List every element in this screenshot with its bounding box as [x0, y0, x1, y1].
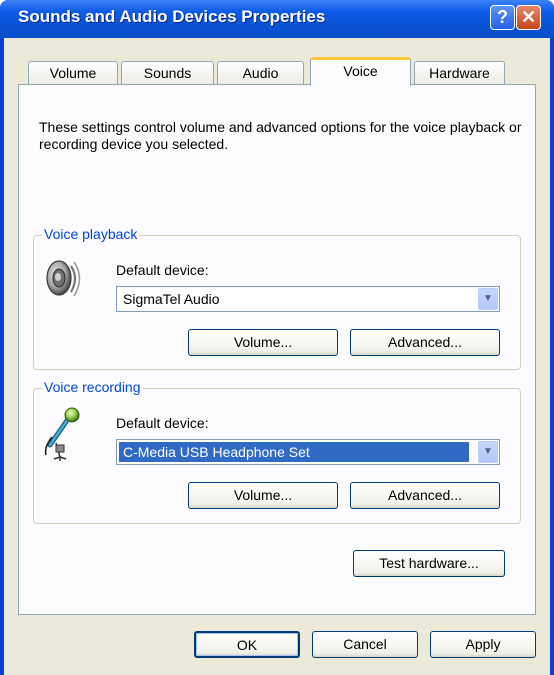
voice-recording-label: Voice recording [42, 379, 143, 395]
playback-device-select[interactable]: SigmaTel Audio ▼ [116, 286, 500, 312]
tab-voice[interactable]: Voice [310, 57, 411, 86]
voice-playback-group: Voice playback Default device: SigmaTel … [33, 226, 521, 370]
help-button[interactable]: ? [490, 5, 515, 30]
chevron-down-icon[interactable]: ▼ [478, 441, 498, 463]
microphone-icon [44, 407, 80, 461]
recording-device-select[interactable]: C-Media USB Headphone Set ▼ [116, 439, 500, 465]
chevron-down-icon[interactable]: ▼ [478, 288, 498, 310]
tab-audio[interactable]: Audio [217, 61, 304, 84]
recording-default-device-label: Default device: [116, 415, 209, 431]
voice-tab-panel: These settings control volume and advanc… [18, 84, 536, 615]
voice-playback-label: Voice playback [42, 226, 140, 242]
playback-advanced-button[interactable]: Advanced... [350, 329, 500, 356]
tab-hardware[interactable]: Hardware [414, 61, 505, 84]
cancel-button[interactable]: Cancel [312, 631, 418, 658]
voice-description: These settings control volume and advanc… [39, 119, 522, 152]
test-hardware-button[interactable]: Test hardware... [353, 550, 505, 577]
playback-device-value: SigmaTel Audio [123, 291, 220, 307]
dialog-client: Volume Sounds Audio Voice Hardware These… [4, 38, 550, 675]
dialog-window: Sounds and Audio Devices Properties ? ✕ … [0, 0, 554, 675]
apply-button[interactable]: Apply [430, 631, 536, 658]
tab-strip: Volume Sounds Audio Voice Hardware [4, 38, 550, 86]
speaker-icon [46, 260, 81, 297]
window-title: Sounds and Audio Devices Properties [18, 7, 326, 26]
tab-sounds[interactable]: Sounds [121, 61, 214, 84]
recording-advanced-button[interactable]: Advanced... [350, 482, 500, 509]
playback-default-device-label: Default device: [116, 262, 209, 278]
playback-volume-button[interactable]: Volume... [188, 329, 338, 356]
recording-device-value: C-Media USB Headphone Set [119, 442, 469, 462]
close-button[interactable]: ✕ [516, 5, 541, 30]
title-bar[interactable]: Sounds and Audio Devices Properties ? ✕ [0, 0, 554, 38]
tab-volume[interactable]: Volume [28, 61, 118, 84]
ok-button[interactable]: OK [194, 631, 300, 658]
voice-recording-group: Voice recording Default device: C-Media … [33, 379, 521, 524]
recording-volume-button[interactable]: Volume... [188, 482, 338, 509]
